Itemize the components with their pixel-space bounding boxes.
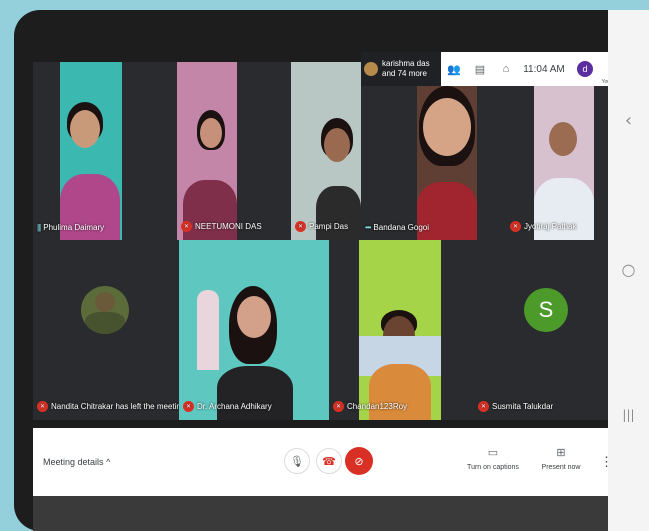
video-feed bbox=[291, 62, 361, 240]
chevron-up-icon: ^ bbox=[106, 457, 111, 467]
mic-off-icon: ✕ bbox=[183, 401, 194, 412]
participant-tile[interactable]: ✕ Jyotiraj Pathak bbox=[506, 62, 618, 240]
recents-icon[interactable]: ||| bbox=[608, 408, 649, 422]
home-icon[interactable]: ○ bbox=[608, 260, 649, 279]
participant-label: ✕ Chandan123Roy bbox=[333, 401, 407, 412]
captions-icon: ▭ bbox=[487, 447, 499, 459]
hang-up-icon: ☎ bbox=[322, 455, 336, 468]
meeting-details-button[interactable]: Meeting details ^ bbox=[43, 457, 110, 467]
mic-off-icon: ✕ bbox=[295, 221, 306, 232]
participant-label: ••• Bandana Gogoi bbox=[365, 223, 430, 232]
participant-label: ||| Phulima Daimary bbox=[37, 223, 105, 232]
system-nav-bar: ‹ ○ ||| bbox=[608, 10, 649, 531]
video-feed bbox=[177, 62, 237, 240]
mic-off-icon: ✕ bbox=[478, 401, 489, 412]
video-feed bbox=[359, 240, 441, 420]
participant-label: ✕ Pampi Das bbox=[295, 221, 348, 232]
mic-off-icon: ✕ bbox=[181, 221, 192, 232]
camera-button[interactable]: ⊘ bbox=[345, 447, 373, 475]
bottom-bezel bbox=[33, 496, 608, 531]
present-button[interactable]: ⊞ Present now bbox=[531, 446, 591, 471]
participant-tile[interactable]: ✕ Chandan123Roy bbox=[329, 240, 474, 420]
meeting-controls-bar: Meeting details ^ 🎙 ☎ ⊘ ▭ Turn on caption… bbox=[33, 428, 618, 496]
participant-avatar bbox=[81, 286, 129, 334]
present-icon: ⊞ bbox=[556, 447, 566, 459]
mic-off-icon: ✕ bbox=[333, 401, 344, 412]
avatar bbox=[364, 62, 378, 76]
participant-tile[interactable]: ••• Bandana Gogoi bbox=[361, 62, 506, 240]
leave-call-button[interactable]: ☎ bbox=[316, 448, 342, 474]
participant-label: ✕ Jyotiraj Pathak bbox=[510, 221, 576, 232]
captions-button[interactable]: ▭ Turn on captions bbox=[463, 446, 523, 471]
self-avatar[interactable]: d bbox=[577, 61, 593, 77]
mic-button[interactable]: 🎙 bbox=[284, 448, 310, 474]
participant-tile[interactable]: ✕ Dr. Archana Adhikary bbox=[179, 240, 329, 420]
video-feed bbox=[534, 86, 594, 240]
clock: 11:04 AM bbox=[523, 63, 565, 75]
participant-tile[interactable]: ✕ Pampi Das bbox=[291, 62, 361, 240]
speaking-indicator-icon: ||| bbox=[37, 223, 41, 232]
video-feed bbox=[179, 240, 329, 420]
people-icon[interactable]: 👥 bbox=[441, 63, 467, 76]
participant-tile[interactable]: ||| Phulima Daimary bbox=[33, 62, 177, 240]
camera-off-icon: ⊘ bbox=[354, 455, 364, 468]
mic-icon: 🎙 bbox=[290, 455, 304, 468]
participant-summary[interactable]: karishma das and 74 more bbox=[361, 52, 441, 86]
participant-tile[interactable]: ✕ Nandita Chitrakar has left the meeting bbox=[33, 240, 179, 420]
back-icon[interactable]: ‹ bbox=[608, 110, 649, 131]
chat-icon[interactable]: ▤ bbox=[467, 63, 493, 76]
participant-label: ✕ Nandita Chitrakar has left the meeting bbox=[37, 401, 179, 412]
participant-label: ✕ NEETUMONI DAS bbox=[181, 221, 262, 232]
meeting-top-bar: karishma das and 74 more 👥 ▤ ⌂ 11:04 AM d… bbox=[361, 52, 618, 86]
video-grid: ||| Phulima Daimary ✕ NEETUMONI DAS ✕ Pampi… bbox=[33, 62, 618, 420]
participant-tile[interactable]: ✕ NEETUMONI DAS bbox=[177, 62, 291, 240]
mic-off-icon: ✕ bbox=[37, 401, 48, 412]
participant-label: ✕ Susmita Talukdar bbox=[478, 401, 553, 412]
video-feed bbox=[417, 62, 477, 240]
participant-label: ✕ Dr. Archana Adhikary bbox=[183, 401, 272, 412]
avatar: S bbox=[524, 288, 568, 332]
mic-off-icon: ✕ bbox=[510, 221, 521, 232]
participant-tile[interactable]: S ✕ Susmita Talukdar bbox=[474, 240, 618, 420]
speaking-indicator-icon: ••• bbox=[365, 223, 371, 232]
activities-icon[interactable]: ⌂ bbox=[493, 63, 519, 75]
video-feed bbox=[60, 62, 122, 240]
